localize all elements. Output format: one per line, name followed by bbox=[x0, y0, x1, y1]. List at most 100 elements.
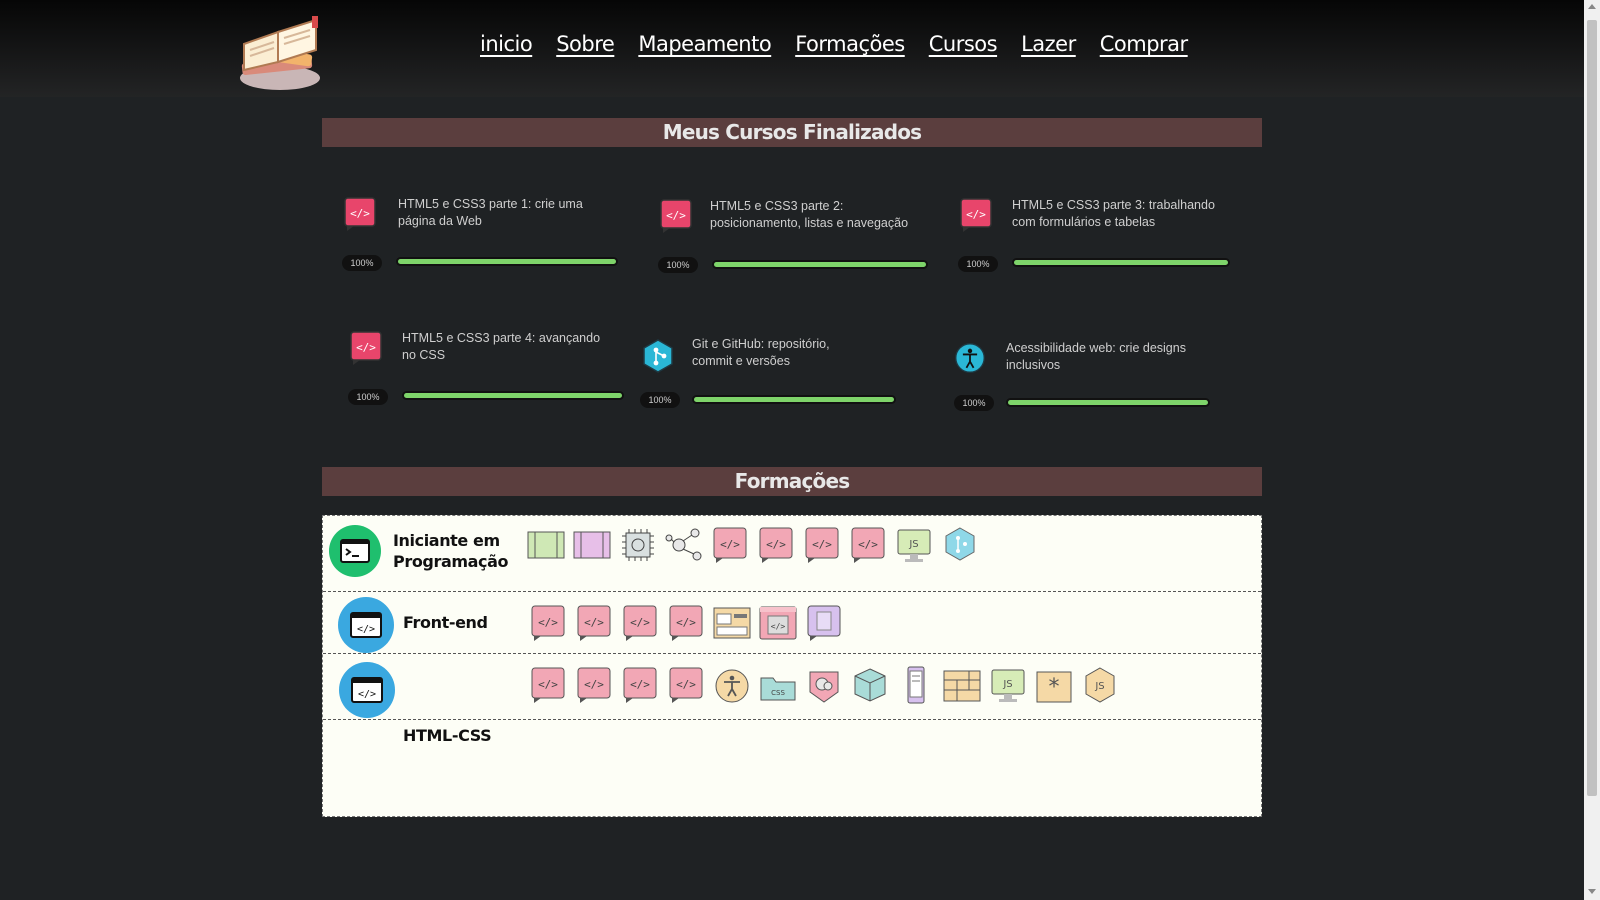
js-monitor-badge-icon[interactable]: JS bbox=[895, 526, 933, 564]
html-code-icon: </> bbox=[658, 198, 694, 234]
progress-bar bbox=[402, 391, 624, 400]
nav-link-lazer[interactable]: Lazer bbox=[1021, 32, 1076, 56]
course-card[interactable]: </> HTML5 e CSS3 parte 3: trabalhando co… bbox=[958, 197, 1248, 272]
html-badge-icon[interactable]: </> bbox=[575, 604, 613, 642]
progress-bar-fill bbox=[398, 259, 616, 264]
html-badge-icon[interactable]: </> bbox=[621, 604, 659, 642]
formation-name: HTML-CSS bbox=[403, 726, 492, 745]
course-card[interactable]: Git e GitHub: repositório, commit e vers… bbox=[640, 336, 930, 411]
progress-bar-fill bbox=[714, 262, 926, 267]
scroll-down-arrow-icon[interactable] bbox=[1588, 889, 1596, 894]
svg-text:</>: </> bbox=[358, 689, 376, 700]
svg-text:</>: </> bbox=[350, 207, 370, 220]
html-badge-icon[interactable]: </> bbox=[575, 666, 613, 704]
svg-text:</>: </> bbox=[812, 538, 832, 551]
html-badge-icon[interactable]: </> bbox=[667, 604, 705, 642]
svg-text:</>: </> bbox=[630, 678, 650, 691]
nav-link-mapeamento[interactable]: Mapeamento bbox=[638, 32, 771, 56]
regex-badge-icon[interactable]: * bbox=[1035, 666, 1073, 704]
svg-text:</>: </> bbox=[538, 678, 558, 691]
html-badge-icon[interactable]: </> bbox=[667, 666, 705, 704]
svg-text:</>: </> bbox=[771, 622, 786, 631]
course-card[interactable]: </> HTML5 e CSS3 parte 1: crie uma págin… bbox=[342, 196, 632, 271]
svg-text:JS: JS bbox=[908, 539, 918, 550]
formations-section-title: Formações bbox=[322, 467, 1262, 496]
settings-badge-icon[interactable] bbox=[805, 666, 843, 704]
svg-text:</>: </> bbox=[630, 616, 650, 629]
html-badge-icon[interactable]: </> bbox=[849, 526, 887, 564]
page-scrollbar[interactable] bbox=[1584, 0, 1600, 900]
formation-badges: </> </> </> </> JS bbox=[527, 526, 987, 564]
browser-code-icon: </> bbox=[338, 597, 394, 653]
html-badge-icon[interactable]: </> bbox=[711, 526, 749, 564]
css-folder-badge-icon[interactable]: CSS bbox=[759, 666, 797, 704]
document-purple-badge-icon[interactable] bbox=[805, 604, 843, 642]
course-card[interactable]: </> HTML5 e CSS3 parte 2: posicionamento… bbox=[658, 198, 948, 273]
nav-link-sobre[interactable]: Sobre bbox=[556, 32, 615, 56]
nav-link-inicio[interactable]: inicio bbox=[480, 32, 533, 56]
course-title: HTML5 e CSS3 parte 3: trabalhando com fo… bbox=[1012, 198, 1215, 229]
svg-text:</>: </> bbox=[676, 616, 696, 629]
course-title: HTML5 e CSS3 parte 1: crie uma página da… bbox=[398, 197, 583, 228]
accessibility-badge-icon[interactable] bbox=[713, 666, 751, 704]
html-badge-icon[interactable]: </> bbox=[529, 666, 567, 704]
nav-link-formacoes[interactable]: Formações bbox=[795, 32, 905, 56]
svg-text:CSS: CSS bbox=[771, 689, 785, 697]
course-title: HTML5 e CSS3 parte 4: avançando no CSS bbox=[402, 331, 601, 362]
svg-text:</>: </> bbox=[584, 616, 604, 629]
formation-name: Front-end bbox=[403, 613, 488, 632]
site-header: inicio Sobre Mapeamento Formações Cursos… bbox=[0, 0, 1584, 97]
html-badge-icon[interactable]: </> bbox=[621, 666, 659, 704]
html-code-icon: </> bbox=[958, 197, 994, 233]
scrollbar-thumb[interactable] bbox=[1587, 20, 1597, 796]
layout-purple-badge-icon[interactable] bbox=[573, 526, 611, 564]
formation-row[interactable]: Iniciante em Programação </> </> </> </>… bbox=[323, 516, 1261, 592]
formation-row[interactable]: </> </> </> </> </> CSS JS * JS bbox=[323, 654, 1261, 720]
grid-layout-badge-icon[interactable] bbox=[943, 666, 981, 704]
course-title: Git e GitHub: repositório, commit e vers… bbox=[692, 337, 830, 368]
js-monitor-badge-icon[interactable]: JS bbox=[989, 666, 1027, 704]
svg-text:</>: </> bbox=[766, 538, 786, 551]
git-badge-icon[interactable] bbox=[941, 526, 979, 564]
progress-bar-fill bbox=[1014, 260, 1228, 265]
html-badge-icon[interactable]: </> bbox=[803, 526, 841, 564]
network-badge-icon[interactable] bbox=[665, 526, 703, 564]
js-badge-icon[interactable]: JS bbox=[1081, 666, 1119, 704]
progress-bar-fill bbox=[1008, 400, 1208, 405]
html-badge-icon[interactable]: </> bbox=[757, 526, 795, 564]
formations-panel: Iniciante em Programação </> </> </> </>… bbox=[322, 515, 1262, 817]
progress-bar bbox=[1006, 398, 1210, 407]
formation-badges: </> </> </> </> </> bbox=[529, 604, 851, 642]
terminal-icon bbox=[329, 525, 381, 577]
progress-bar bbox=[396, 257, 618, 266]
nav-link-comprar[interactable]: Comprar bbox=[1100, 32, 1188, 56]
progress-label: 100% bbox=[954, 395, 994, 411]
chip-badge-icon[interactable] bbox=[619, 526, 657, 564]
browser-code-badge-icon[interactable]: </> bbox=[759, 604, 797, 642]
course-card[interactable]: </> HTML5 e CSS3 parte 4: avançando no C… bbox=[348, 330, 638, 405]
progress-label: 100% bbox=[958, 256, 998, 272]
html-code-icon: </> bbox=[342, 196, 378, 232]
course-card[interactable]: Acessibilidade web: crie designs inclusi… bbox=[954, 340, 1244, 415]
mobile-badge-icon[interactable] bbox=[897, 666, 935, 704]
box-badge-icon[interactable] bbox=[851, 666, 889, 704]
accessibility-icon bbox=[954, 342, 986, 374]
courses-section-title: Meus Cursos Finalizados bbox=[322, 118, 1262, 147]
formation-badges: </> </> </> </> CSS JS * JS bbox=[529, 666, 1127, 704]
progress-bar-fill bbox=[694, 397, 894, 402]
svg-text:JS: JS bbox=[1094, 681, 1104, 692]
layout-green-badge-icon[interactable] bbox=[527, 526, 565, 564]
progress-bar bbox=[712, 260, 928, 269]
layout-badge-icon[interactable] bbox=[713, 604, 751, 642]
scroll-up-arrow-icon[interactable] bbox=[1588, 4, 1596, 9]
progress-bar-fill bbox=[404, 393, 622, 398]
books-logo-icon[interactable] bbox=[234, 10, 326, 92]
course-title: HTML5 e CSS3 parte 2: posicionamento, li… bbox=[710, 199, 909, 230]
progress-label: 100% bbox=[640, 392, 680, 408]
formation-row[interactable]: </> Front-end </> </> </> </> </> bbox=[323, 592, 1261, 654]
svg-text:</>: </> bbox=[356, 341, 376, 354]
svg-text:</>: </> bbox=[666, 209, 686, 222]
html-badge-icon[interactable]: </> bbox=[529, 604, 567, 642]
svg-text:JS: JS bbox=[1002, 679, 1012, 690]
nav-link-cursos[interactable]: Cursos bbox=[929, 32, 998, 56]
